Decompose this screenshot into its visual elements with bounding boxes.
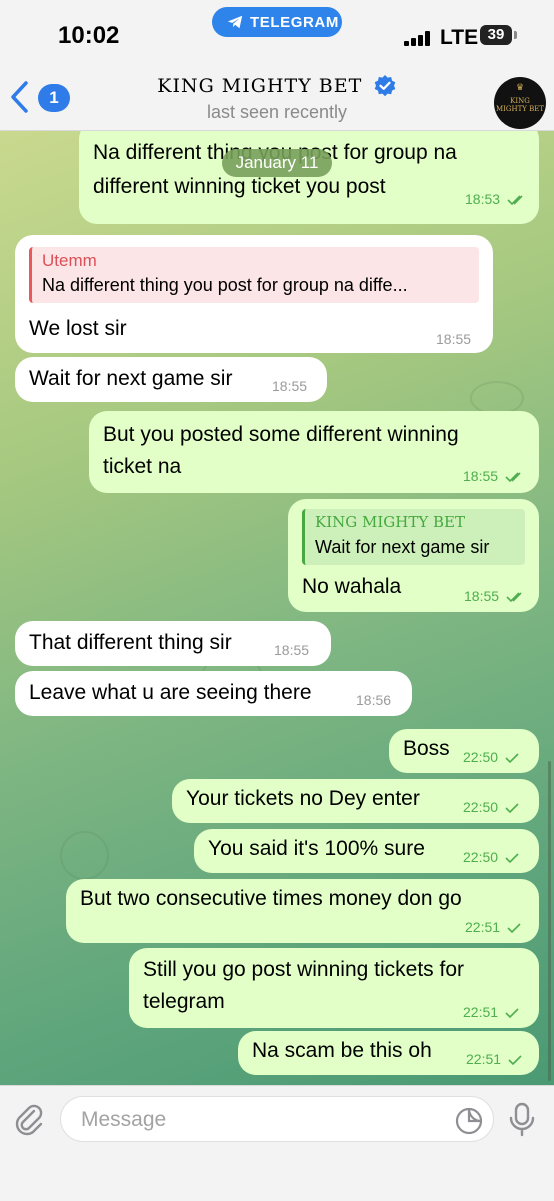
message-text: Leave what u are seeing there: [29, 681, 312, 704]
paperclip-icon[interactable]: [12, 1102, 46, 1136]
message-time: 22:50: [463, 749, 499, 765]
double-check-icon: [505, 472, 521, 483]
scrollbar[interactable]: [548, 761, 551, 1081]
message-meta: 22:51: [466, 1051, 522, 1067]
message-meta: 18:55: [463, 468, 525, 484]
telegram-pill-label: TELEGRAM: [250, 14, 339, 31]
message-text: We lost sir: [29, 317, 127, 340]
message-bubble-outgoing[interactable]: But two consecutive times money don go 2…: [66, 879, 539, 943]
message-input-bar: [0, 1085, 554, 1201]
message-text: But two consecutive times money don go: [80, 887, 462, 910]
chat-title-wrap[interactable]: KING MIGHTY BET: [120, 74, 434, 98]
avatar[interactable]: ♛ KING MIGHTY BET: [494, 77, 546, 129]
telegram-plane-icon: [227, 15, 243, 29]
message-text: You said it's 100% sure: [208, 837, 425, 860]
message-text: Na scam be this oh: [252, 1039, 432, 1062]
message-bubble-outgoing[interactable]: Na scam be this oh 22:51: [238, 1031, 539, 1075]
status-time: 10:02: [58, 22, 120, 49]
sticker-icon[interactable]: [454, 1106, 484, 1136]
message-bubble-outgoing[interactable]: Boss 22:50: [389, 729, 539, 773]
battery-icon: 39: [480, 25, 512, 45]
signal-icon: [404, 30, 436, 46]
message-time: 22:51: [466, 1051, 502, 1067]
message-bubble-outgoing[interactable]: But you posted some different winning ti…: [89, 411, 539, 493]
message-bubble-incoming[interactable]: Wait for next game sir 18:55: [15, 357, 327, 402]
message-text-line: Still you go post winning tickets for: [143, 958, 464, 981]
message-text-line: telegram: [143, 990, 225, 1013]
reply-quote-author: KING MIGHTY BET: [315, 513, 466, 531]
message-time: 18:55: [436, 331, 472, 347]
reply-quote[interactable]: Utemm Na different thing you post for gr…: [29, 247, 479, 303]
reply-quote-text: Na different thing you post for group na…: [42, 275, 408, 295]
message-bubble-outgoing[interactable]: You said it's 100% sure 22:50: [194, 829, 539, 873]
check-icon: [505, 803, 519, 814]
message-time: 22:51: [465, 919, 501, 935]
message-time: 22:50: [463, 849, 499, 865]
message-time: 18:55: [274, 642, 310, 658]
message-meta: 18:53: [465, 191, 527, 207]
check-icon: [507, 923, 521, 934]
message-text-line: But you posted some different winning: [103, 423, 459, 446]
status-bar: 10:02 TELEGRAM LTE 39: [0, 0, 554, 60]
chat-area[interactable]: Na different thing you post for group na…: [0, 131, 554, 1085]
message-field[interactable]: [60, 1096, 494, 1142]
chat-subtitle: last seen recently: [206, 102, 348, 122]
network-type: LTE: [440, 26, 479, 49]
message-meta: 22:51: [465, 919, 521, 935]
telegram-return-pill[interactable]: TELEGRAM: [212, 7, 342, 37]
reply-quote-text: Wait for next game sir: [315, 537, 490, 557]
message-meta: 22:50: [463, 849, 519, 865]
message-time: 18:55: [464, 588, 500, 604]
background-doodle: [470, 381, 524, 415]
verified-badge-icon: [374, 75, 396, 97]
reply-quote-author: Utemm: [42, 251, 97, 270]
message-time: 18:53: [465, 191, 501, 207]
check-icon: [505, 853, 519, 864]
message-text-line: ticket na: [103, 455, 182, 478]
message-text: Boss: [403, 737, 450, 760]
message-text: Wait for next game sir: [29, 367, 233, 390]
chevron-left-icon: [11, 81, 28, 113]
unread-badge: 1: [38, 84, 70, 112]
double-check-icon: [507, 195, 523, 206]
avatar-logo-text: KING MIGHTY BET: [495, 97, 545, 113]
chat-title: KING MIGHTY BET: [157, 75, 363, 97]
back-button[interactable]: 1: [8, 80, 70, 114]
message-bubble-outgoing[interactable]: Your tickets no Dey enter 22:50: [172, 779, 539, 823]
message-time: 18:55: [272, 378, 308, 394]
message-meta: 22:50: [463, 799, 519, 815]
message-time: 18:55: [463, 468, 499, 484]
message-bubble-incoming[interactable]: Leave what u are seeing there 18:56: [15, 671, 412, 716]
background-doodle: [60, 831, 109, 880]
message-bubble-outgoing[interactable]: Na different thing you post for group na…: [79, 131, 539, 224]
message-input[interactable]: [79, 1105, 443, 1135]
battery-tip: [514, 31, 517, 39]
message-time: 22:50: [463, 799, 499, 815]
message-text: That different thing sir: [29, 631, 232, 654]
message-meta: 18:55: [464, 588, 526, 604]
message-text: No wahala: [302, 575, 402, 598]
message-bubble-outgoing[interactable]: Still you go post winning tickets for te…: [129, 948, 539, 1028]
message-time: 18:56: [356, 692, 392, 708]
message-bubble-incoming[interactable]: That different thing sir 18:55: [15, 621, 331, 666]
message-bubble-incoming[interactable]: Utemm Na different thing you post for gr…: [15, 235, 493, 353]
message-bubble-outgoing[interactable]: KING MIGHTY BET Wait for next game sir N…: [288, 499, 539, 612]
double-check-icon: [506, 592, 522, 603]
chat-header: 1 KING MIGHTY BET last seen recently ♛ K…: [0, 60, 554, 131]
reply-quote[interactable]: KING MIGHTY BET Wait for next game sir: [302, 509, 525, 565]
message-meta: 22:50: [463, 749, 519, 765]
crown-icon: ♛: [515, 83, 525, 93]
message-meta: 22:51: [463, 1004, 519, 1020]
microphone-icon[interactable]: [506, 1102, 538, 1138]
check-icon: [505, 753, 519, 764]
message-text: Your tickets no Dey enter: [186, 787, 420, 810]
message-time: 22:51: [463, 1004, 499, 1020]
check-icon: [505, 1008, 519, 1019]
check-icon: [508, 1055, 522, 1066]
date-separator: January 11: [222, 149, 332, 177]
